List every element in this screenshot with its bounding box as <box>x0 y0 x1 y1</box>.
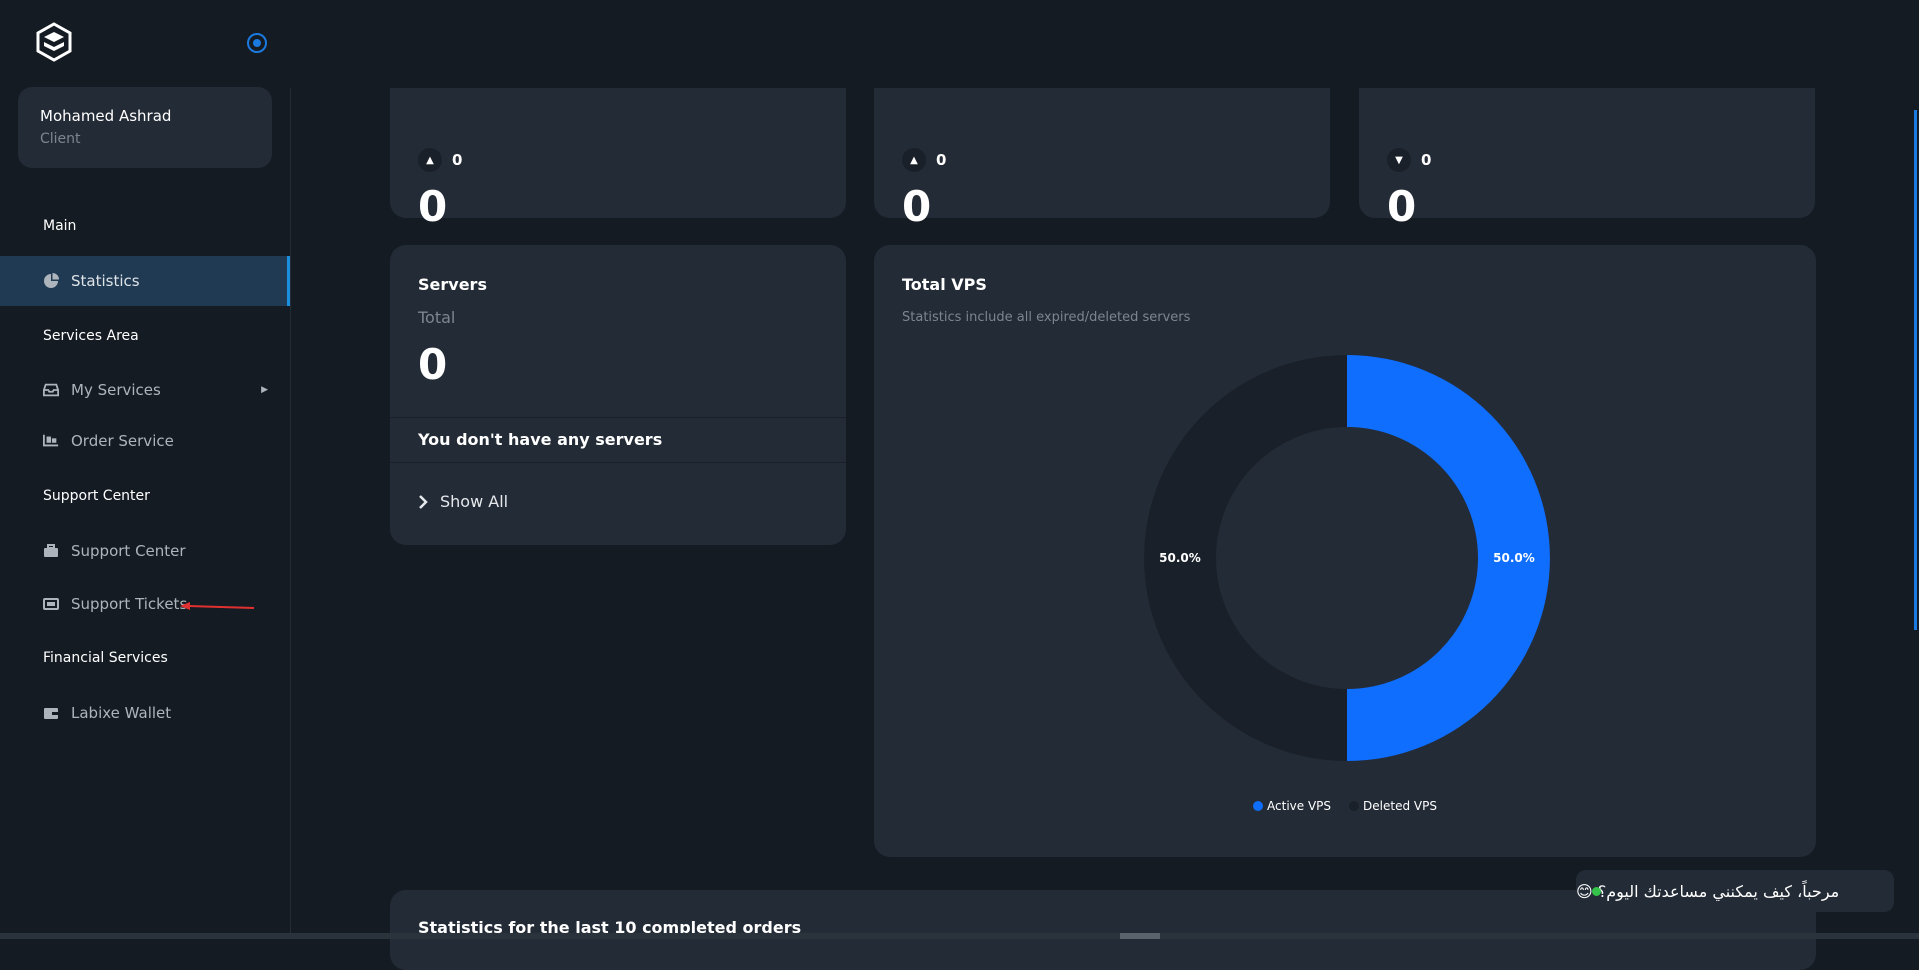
stat-value: 0 <box>902 182 932 231</box>
trend-value: 0 <box>1421 151 1432 169</box>
divider <box>390 462 846 463</box>
sidebar-item-statistics[interactable]: Statistics <box>0 256 290 306</box>
sidebar-item-label: Labixe Wallet <box>71 704 172 722</box>
vps-card: Total VPS Statistics include all expired… <box>874 245 1816 857</box>
servers-count: 0 <box>418 340 448 389</box>
chart-legend: Active VPS Deleted VPS <box>874 799 1816 813</box>
section-main: Main <box>43 218 77 234</box>
sidebar-item-labixe-wallet[interactable]: Labixe Wallet <box>0 688 290 738</box>
servers-card: Servers Total 0 You don't have any serve… <box>390 245 846 545</box>
slice-label: 50.0% <box>1493 551 1535 565</box>
inbox-icon <box>43 382 59 398</box>
sidebar-toggle-icon[interactable] <box>246 32 268 54</box>
trend-indicator: ▲ 0 <box>902 148 946 172</box>
vertical-scrollbar[interactable] <box>1914 110 1917 630</box>
servers-title: Servers <box>418 275 487 294</box>
sidebar-item-support-center[interactable]: Support Center <box>0 526 290 576</box>
trend-value: 0 <box>452 151 463 169</box>
user-name: Mohamed Ashrad <box>40 107 172 125</box>
sidebar-item-label: My Services <box>71 381 161 399</box>
legend-label: Active VPS <box>1267 799 1332 813</box>
ticket-icon <box>43 596 59 612</box>
divider <box>390 417 846 418</box>
section-financial-services: Financial Services <box>43 650 168 666</box>
legend-swatch <box>1349 801 1360 811</box>
scrollbar-thumb[interactable] <box>1120 933 1160 939</box>
cart-icon <box>43 433 59 449</box>
caret-right-icon: ▶ <box>261 385 268 395</box>
section-services-area: Services Area <box>43 328 139 344</box>
legend-item[interactable]: Deleted VPS <box>1349 799 1437 813</box>
horizontal-scrollbar[interactable] <box>0 933 1919 939</box>
toolbox-icon <box>43 543 59 559</box>
section-support-center: Support Center <box>43 488 150 504</box>
wallet-icon <box>43 705 59 721</box>
pie-chart-icon <box>43 273 59 289</box>
chat-message: مرحباً، كيف يمكنني مساعدتك اليوم؟ 😊 <box>1576 881 1840 901</box>
chevron-right-icon <box>419 494 428 509</box>
chat-widget[interactable]: مرحباً، كيف يمكنني مساعدتك اليوم؟ 😊 <box>1576 870 1894 912</box>
trend-indicator: ▼ 0 <box>1387 148 1431 172</box>
sidebar: Mohamed Ashrad Client Main Statistics Se… <box>0 0 291 939</box>
sidebar-item-label: Support Tickets <box>71 595 188 613</box>
logo-icon[interactable] <box>34 22 74 62</box>
servers-subtitle: Total <box>418 308 456 327</box>
arrow-up-icon: ▲ <box>902 148 926 172</box>
stat-value: 0 <box>418 182 448 231</box>
arrow-down-icon: ▼ <box>1387 148 1411 172</box>
sidebar-item-my-services[interactable]: My Services ▶ <box>0 365 290 415</box>
legend-label: Deleted VPS <box>1363 799 1437 813</box>
arrow-up-icon: ▲ <box>418 148 442 172</box>
legend-item[interactable]: Active VPS <box>1253 799 1331 813</box>
online-status-dot <box>1592 887 1601 896</box>
user-card[interactable]: Mohamed Ashrad Client <box>18 87 272 168</box>
sidebar-item-label: Support Center <box>71 542 186 560</box>
sidebar-item-label: Order Service <box>71 432 174 450</box>
sidebar-item-order-service[interactable]: Order Service <box>0 416 290 466</box>
empty-message: You don't have any servers <box>418 430 663 449</box>
trend-indicator: ▲ 0 <box>418 148 462 172</box>
sidebar-item-label: Statistics <box>71 272 140 290</box>
header-bar <box>290 0 1919 88</box>
show-all-link[interactable]: Show All <box>418 492 508 511</box>
user-role: Client <box>40 131 81 147</box>
show-all-label: Show All <box>440 492 509 511</box>
vps-donut-chart: 50.0% 50.0% <box>1144 355 1550 761</box>
stat-value: 0 <box>1387 182 1417 231</box>
legend-swatch <box>1253 801 1264 811</box>
trend-value: 0 <box>936 151 947 169</box>
annotation-arrow-icon <box>180 602 255 610</box>
slice-label: 50.0% <box>1159 551 1201 565</box>
